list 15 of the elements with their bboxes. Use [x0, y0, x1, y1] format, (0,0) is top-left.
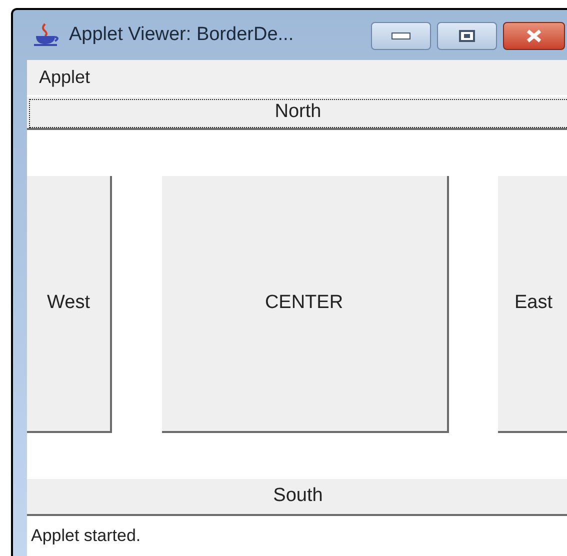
window-title: Applet Viewer: BorderDe... [69, 22, 294, 47]
region-button[interactable]: East [498, 176, 567, 433]
status-text: Applet started. [31, 525, 141, 548]
maximize-button[interactable] [437, 22, 497, 50]
region-button[interactable]: North [27, 97, 567, 130]
region-button[interactable]: South [27, 479, 567, 516]
minimize-icon [391, 32, 411, 40]
region-button[interactable]: West [27, 176, 112, 433]
close-icon [525, 29, 543, 43]
minimize-button[interactable] [371, 22, 431, 50]
restore-icon [459, 30, 475, 42]
menu-item[interactable]: Applet [39, 64, 90, 91]
coffee-cup-icon [33, 22, 61, 48]
region-button[interactable]: CENTER [162, 176, 448, 433]
close-button[interactable] [503, 22, 565, 50]
